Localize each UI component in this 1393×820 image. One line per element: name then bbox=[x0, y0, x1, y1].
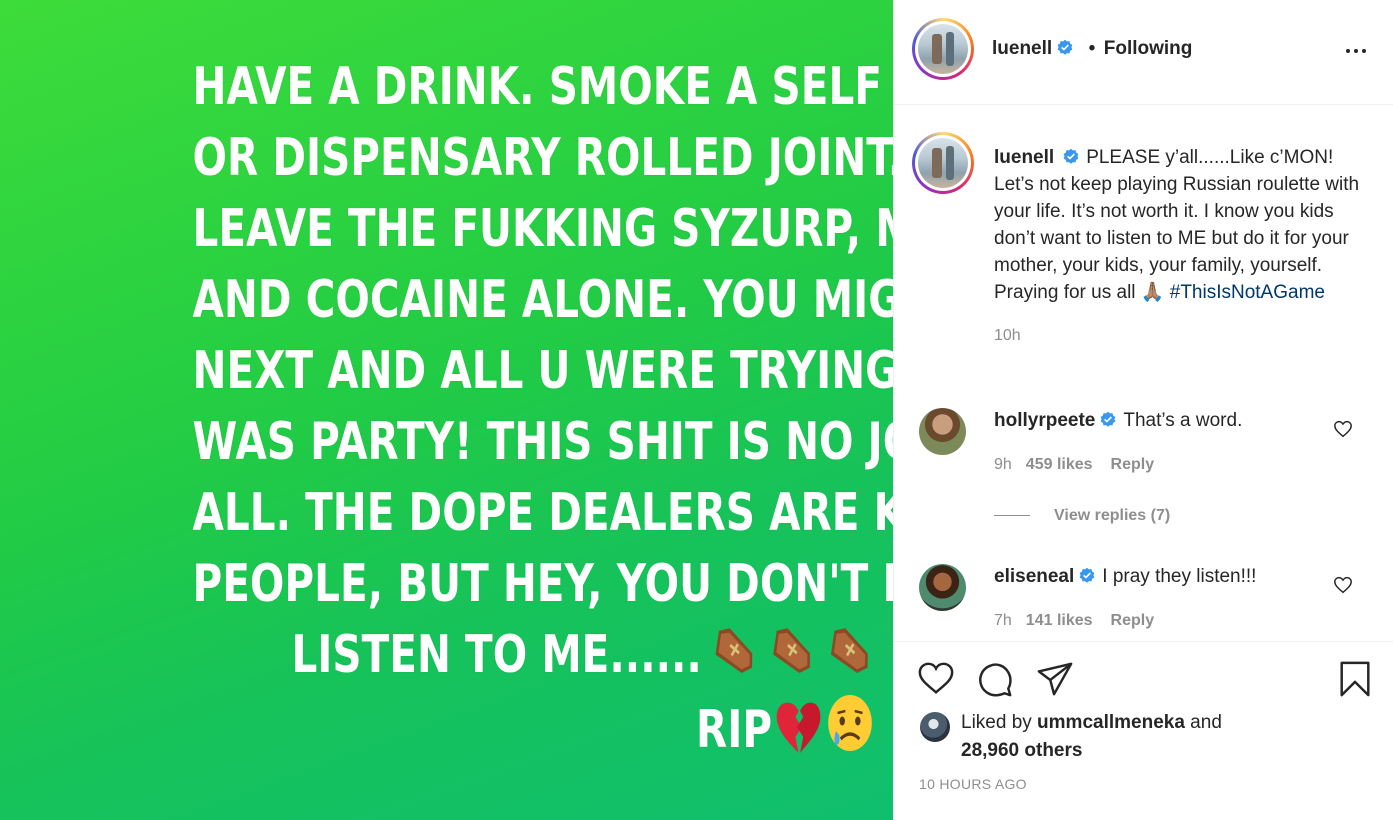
comment-time: 7h bbox=[994, 612, 1012, 629]
likes-summary: Liked by ummcallmeneka and 28,960 others bbox=[961, 709, 1361, 765]
view-replies-line bbox=[994, 515, 1030, 517]
story-line: AND COCAINE ALONE. YOU MIGHT BE bbox=[192, 270, 894, 330]
story-text: HAVE A DRINK. SMOKE A SELF ROLLED OR DIS… bbox=[192, 52, 894, 762]
bookmark-icon[interactable] bbox=[1336, 660, 1374, 698]
story-line: ALL. THE DOPE DEALERS ARE KILLING bbox=[192, 483, 894, 543]
comment-like-heart-icon[interactable] bbox=[1333, 576, 1353, 594]
comment-text: I pray they listen!!! bbox=[1102, 566, 1257, 587]
comment-text-row: hollyrpeete That’s a word. bbox=[994, 410, 1242, 432]
comment-bubble-icon[interactable] bbox=[976, 660, 1014, 698]
coffin-icon bbox=[773, 628, 811, 674]
header-user-row: luenell • Following bbox=[992, 38, 1192, 60]
caption-text: PLEASE y’all......Like c’MON! Let’s not … bbox=[994, 147, 1360, 303]
post-side-panel: luenell • Following luenell PLEASE y’all.… bbox=[893, 0, 1393, 820]
comment-username[interactable]: eliseneal bbox=[994, 566, 1074, 587]
commenter-avatar[interactable] bbox=[919, 564, 966, 611]
comment-likes[interactable]: 141 likes bbox=[1026, 612, 1093, 629]
post-caption: luenell PLEASE y’all......Like c’MON! Let… bbox=[994, 144, 1364, 349]
coffin-icon bbox=[715, 628, 753, 674]
author-username[interactable]: luenell bbox=[992, 38, 1052, 59]
post-timestamp: 10 HOURS AGO bbox=[919, 776, 1027, 792]
view-replies-button[interactable]: View replies (7) bbox=[994, 507, 1170, 525]
broken-heart-icon bbox=[776, 702, 821, 753]
coffin-icon bbox=[830, 628, 868, 674]
comment-like-heart-icon[interactable] bbox=[1333, 420, 1353, 438]
caption-username[interactable]: luenell bbox=[994, 147, 1054, 168]
more-dot-icon bbox=[1354, 49, 1358, 53]
author-avatar[interactable] bbox=[912, 18, 974, 80]
liker-avatar[interactable] bbox=[920, 712, 950, 742]
likes-prefix: Liked by bbox=[961, 712, 1038, 733]
reply-button[interactable]: Reply bbox=[1111, 612, 1155, 629]
story-line: PEOPLE, BUT HEY, YOU DON'T HAVE TO bbox=[192, 554, 894, 614]
more-dot-icon bbox=[1362, 49, 1366, 53]
caption-avatar[interactable] bbox=[912, 132, 974, 194]
reply-button[interactable]: Reply bbox=[1111, 456, 1155, 473]
story-line-rip: RIP bbox=[193, 691, 876, 762]
hashtag-link[interactable]: #ThisIsNotAGame bbox=[1170, 282, 1325, 303]
story-line: LISTEN TO ME...... bbox=[291, 625, 702, 685]
follow-separator: • bbox=[1088, 38, 1096, 59]
view-replies-label: View replies (7) bbox=[1054, 507, 1171, 524]
comment-likes[interactable]: 459 likes bbox=[1026, 456, 1093, 473]
comment-meta: 7h 141 likes Reply bbox=[994, 612, 1154, 630]
caption-time: 10h bbox=[994, 327, 1021, 344]
sad-face-icon bbox=[828, 695, 872, 751]
story-line: NEXT AND ALL U WERE TRYING TO DO bbox=[192, 341, 894, 401]
comment-text-row: eliseneal I pray they listen!!! bbox=[994, 566, 1256, 588]
praying-hands-icon: 🙏🏽 bbox=[1140, 282, 1165, 303]
verified-badge-icon bbox=[1063, 148, 1079, 164]
commenter-avatar[interactable] bbox=[919, 408, 966, 455]
likes-middle: and bbox=[1184, 712, 1222, 733]
post-header: luenell • Following bbox=[894, 0, 1393, 105]
story-line-coffins: LISTEN TO ME...... bbox=[193, 620, 876, 691]
verified-badge-icon bbox=[1057, 39, 1073, 55]
liker-username[interactable]: ummcallmeneka bbox=[1037, 712, 1185, 733]
share-send-icon[interactable] bbox=[1036, 660, 1074, 698]
likes-others-link[interactable]: 28,960 others bbox=[961, 740, 1082, 761]
rip-text: RIP bbox=[695, 700, 773, 760]
comment-meta: 9h 459 likes Reply bbox=[994, 456, 1154, 474]
post-image[interactable]: HAVE A DRINK. SMOKE A SELF ROLLED OR DIS… bbox=[0, 0, 893, 820]
comment-time: 9h bbox=[994, 456, 1012, 473]
story-line: LEAVE THE FUKKING SYZURP, MOLLY bbox=[192, 199, 894, 259]
story-line: WAS PARTY! THIS SHIT IS NO JOKE AT bbox=[192, 412, 894, 472]
story-line: OR DISPENSARY ROLLED JOINT. bbox=[192, 128, 894, 188]
verified-badge-icon bbox=[1101, 411, 1116, 427]
comment-username[interactable]: hollyrpeete bbox=[994, 410, 1095, 431]
more-dot-icon bbox=[1346, 49, 1350, 53]
more-options-button[interactable] bbox=[1346, 40, 1370, 60]
comment-text: That’s a word. bbox=[1123, 410, 1243, 431]
following-button[interactable]: Following bbox=[1104, 38, 1193, 59]
verified-badge-icon bbox=[1079, 567, 1095, 583]
story-line: HAVE A DRINK. SMOKE A SELF ROLLED bbox=[192, 57, 894, 117]
like-heart-icon[interactable] bbox=[917, 660, 955, 698]
